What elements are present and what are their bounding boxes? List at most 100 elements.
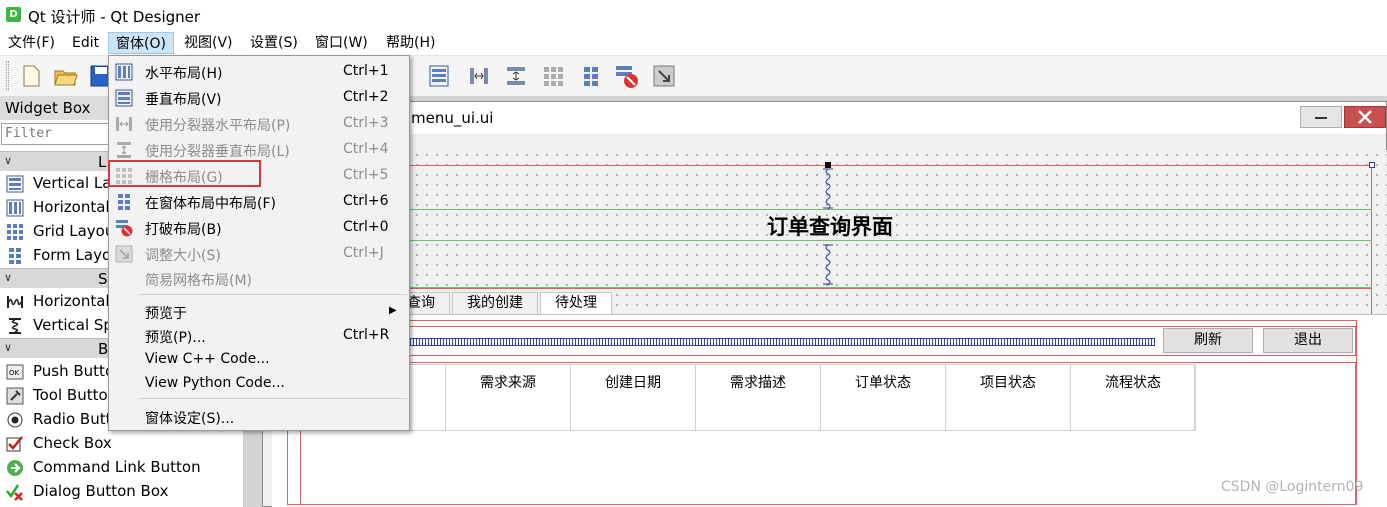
selection-handle[interactable] — [1369, 162, 1375, 168]
subwindow-titlebar[interactable]: menu_ui.ui — [263, 102, 1386, 134]
menu-item-label: 预览(P)... — [145, 330, 206, 346]
menu-item-shortcut: Ctrl+R — [343, 327, 390, 343]
vertical-spacer-top[interactable] — [822, 168, 834, 210]
menu-item-label: 窗体设定(S)... — [145, 411, 235, 427]
menu-item-shortcut: Ctrl+0 — [343, 219, 389, 235]
vertical-splitter-icon — [115, 141, 133, 159]
menu-item-shortcut: Ctrl+J — [343, 245, 384, 261]
orders-table[interactable]: 需求来源 创建日期 需求描述 订单状态 项目状态 流程状态 — [320, 364, 1196, 431]
menu-item-label: 预览于 — [145, 306, 187, 322]
menu-edit[interactable]: Edit — [65, 32, 106, 54]
menu-item-shortcut: Ctrl+2 — [343, 89, 389, 105]
title-bar: D Qt 设计师 - Qt Designer — [0, 0, 1387, 30]
menu-item-shortcut: Ctrl+3 — [343, 115, 389, 131]
category-label: S — [98, 270, 108, 288]
chevron-down-icon: ∨ — [4, 341, 13, 354]
chevron-down-icon: ∨ — [4, 154, 13, 167]
menu-item-horizontal-layout[interactable]: 水平布局(H) Ctrl+1 — [109, 59, 409, 85]
exit-button[interactable]: 退出 — [1263, 328, 1353, 353]
menu-separator — [139, 294, 407, 295]
menu-item-label: 打破布局(B) — [145, 222, 222, 238]
tab-pending[interactable]: 待处理 — [540, 292, 612, 315]
toolbar-vertical-splitter-icon[interactable] — [503, 63, 529, 89]
toolbar-form-layout-icon[interactable] — [578, 63, 604, 89]
menu-item-label: View Python Code... — [145, 375, 285, 391]
toolbar-vertical-layout-icon[interactable] — [426, 63, 452, 89]
menu-item-break-layout[interactable]: 打破布局(B) Ctrl+0 — [109, 215, 409, 241]
category-label: B — [98, 340, 109, 358]
menu-item-splitter-horizontal[interactable]: 使用分裂器水平布局(P) Ctrl+3 — [109, 111, 409, 137]
chevron-down-icon: ∨ — [4, 271, 13, 284]
widget-check-box[interactable]: Check Box — [0, 432, 244, 456]
table-header-cell[interactable]: 需求来源 — [446, 365, 571, 431]
vertical-spacer-bottom[interactable] — [822, 244, 834, 286]
toolbar-horizontal-splitter-icon[interactable] — [466, 63, 492, 89]
widget-label: Dialog Button Box — [33, 482, 169, 500]
table-header-cell[interactable]: 订单状态 — [821, 365, 946, 431]
table-header-cell[interactable]: 项目状态 — [946, 365, 1071, 431]
widget-label: Push Butto — [33, 362, 115, 380]
menu-view[interactable]: 视图(V) — [177, 32, 240, 54]
menu-item-form-settings[interactable]: 窗体设定(S)... — [109, 404, 409, 430]
open-folder-icon[interactable] — [53, 63, 79, 89]
widget-label: Command Link Button — [33, 458, 201, 476]
form-layout-icon — [6, 247, 24, 265]
form-heading-label[interactable]: 订单查询界面 — [700, 211, 960, 241]
vertical-spacer-icon — [6, 317, 24, 335]
vertical-layout-icon — [6, 175, 24, 193]
table-header-cell[interactable]: 创建日期 — [571, 365, 696, 431]
menu-form[interactable]: 窗体(O) — [108, 32, 174, 54]
window-title: Qt 设计师 - Qt Designer — [28, 8, 201, 26]
widget-command-link-button[interactable]: Command Link Button — [0, 456, 244, 480]
menu-item-adjust-size[interactable]: 调整大小(S) Ctrl+J — [109, 241, 409, 267]
menu-item-preview[interactable]: 预览(P)... Ctrl+R — [109, 323, 409, 349]
menu-item-form-layout[interactable]: 在窗体布局中布局(F) Ctrl+6 — [109, 189, 409, 215]
tab-my-created[interactable]: 我的创建 — [452, 292, 538, 315]
menu-item-vertical-layout[interactable]: 垂直布局(V) Ctrl+2 — [109, 85, 409, 111]
table-header-cell[interactable]: 需求描述 — [696, 365, 821, 431]
menu-item-simplify-grid[interactable]: 简易网格布局(M) — [109, 266, 409, 292]
menu-item-view-cpp-code[interactable]: View C++ Code... — [109, 347, 409, 373]
minimize-button[interactable] — [1300, 106, 1342, 128]
menu-item-shortcut: Ctrl+4 — [343, 141, 389, 157]
menu-help[interactable]: 帮助(H) — [379, 32, 442, 54]
radio-button-icon — [6, 411, 24, 429]
menu-item-view-python-code[interactable]: View Python Code... — [109, 371, 409, 397]
toolbar-grid-layout-icon[interactable] — [540, 63, 566, 89]
close-icon — [1358, 110, 1372, 124]
widget-label: Vertical Sp — [33, 316, 113, 334]
tool-button-icon — [6, 387, 24, 405]
menu-item-label: 在窗体布局中布局(F) — [145, 196, 276, 212]
toolbar-adjust-size-icon[interactable] — [651, 63, 677, 89]
menu-item-label: 垂直布局(V) — [145, 92, 222, 108]
toolbar-break-layout-icon[interactable] — [614, 63, 640, 89]
horizontal-layout-icon — [115, 63, 133, 81]
toolbar-grip[interactable] — [6, 61, 9, 91]
new-file-icon[interactable] — [18, 63, 44, 89]
horizontal-spacer[interactable] — [410, 338, 1155, 346]
form-layout-icon — [115, 193, 133, 211]
menu-file[interactable]: 文件(F) — [1, 32, 62, 54]
widget-label: Radio Butt — [33, 410, 112, 428]
widget-label: Horizontal — [33, 198, 110, 216]
dialog-button-box-icon — [6, 483, 24, 501]
widget-label: Grid Layou — [33, 222, 115, 240]
menu-item-label: 调整大小(S) — [145, 248, 221, 264]
horizontal-splitter-icon — [115, 115, 133, 133]
menu-item-preview-in[interactable]: 预览于 ▶ — [109, 299, 409, 325]
menu-item-shortcut: Ctrl+1 — [343, 63, 389, 79]
horizontal-layout-icon — [6, 199, 24, 217]
menu-window[interactable]: 窗口(W) — [308, 32, 375, 54]
widget-label: Vertical La — [33, 174, 112, 192]
widget-dialog-button-box[interactable]: Dialog Button Box — [0, 480, 244, 504]
menu-item-shortcut: Ctrl+5 — [343, 167, 389, 183]
refresh-button[interactable]: 刷新 — [1163, 328, 1253, 353]
menu-settings[interactable]: 设置(S) — [243, 32, 305, 54]
close-button[interactable] — [1344, 106, 1386, 128]
svg-text:OK: OK — [9, 369, 20, 377]
widget-label: Form Layo — [33, 246, 112, 264]
push-button-icon: OK — [6, 363, 24, 381]
menu-item-shortcut: Ctrl+6 — [343, 193, 389, 209]
table-header-cell[interactable]: 流程状态 — [1071, 365, 1196, 431]
horizontal-spacer-icon — [6, 293, 24, 311]
